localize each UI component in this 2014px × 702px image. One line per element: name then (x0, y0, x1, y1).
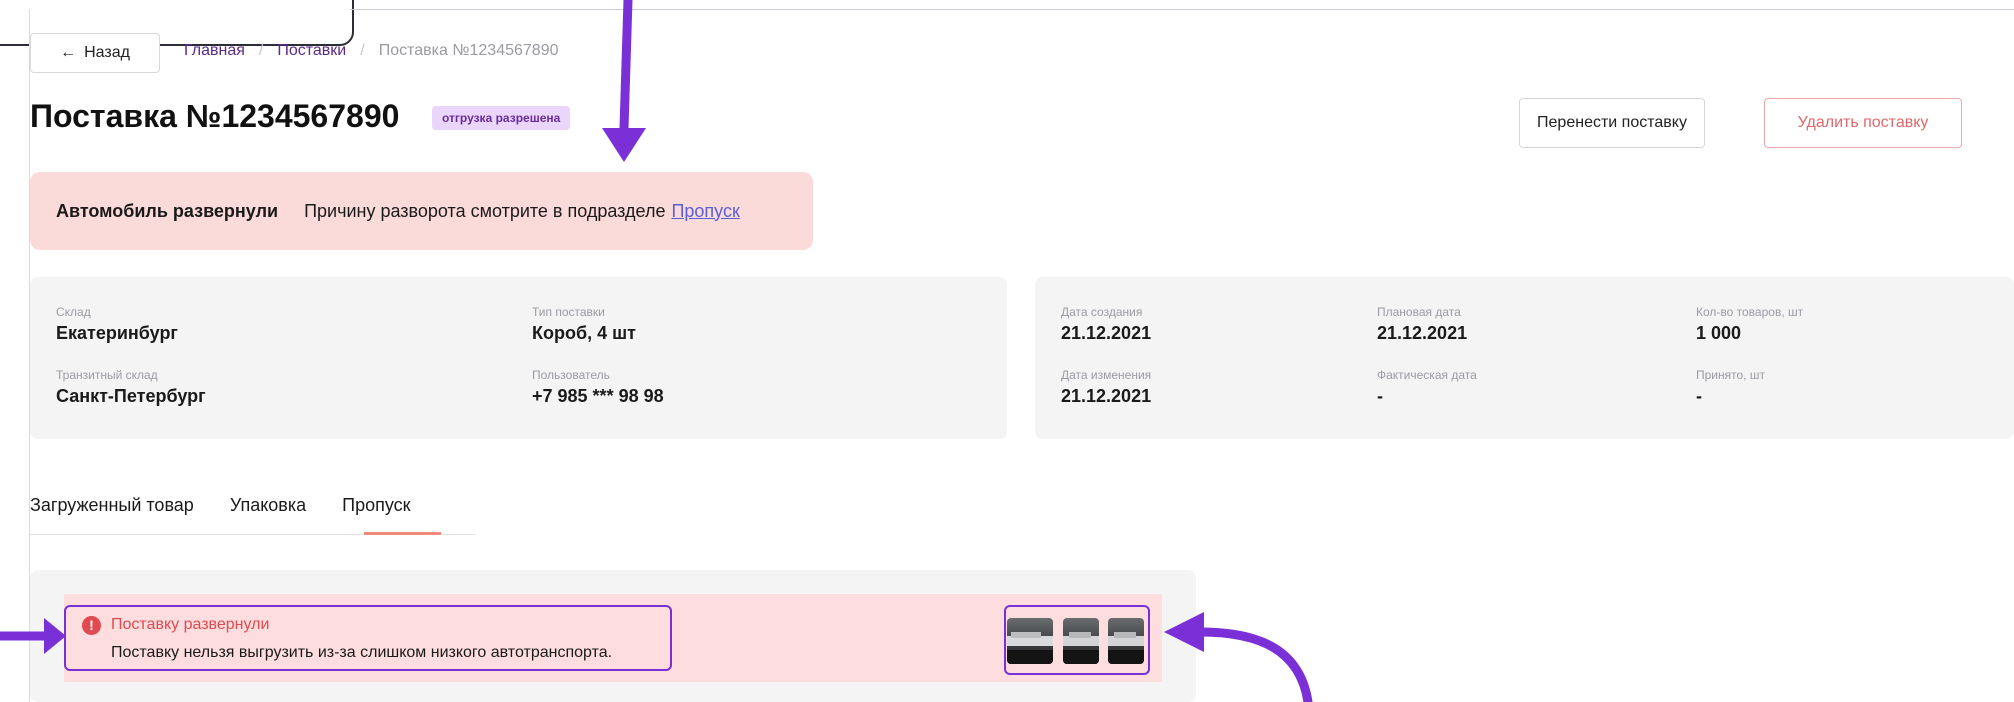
annotation-arrows (0, 0, 1313, 702)
arrow-down-shaft (619, 0, 633, 133)
arrow-curved-shaft (1195, 627, 1313, 702)
arrow-right-head (44, 618, 66, 654)
arrow-down-head (602, 128, 646, 162)
arrow-left-head (1164, 612, 1204, 652)
